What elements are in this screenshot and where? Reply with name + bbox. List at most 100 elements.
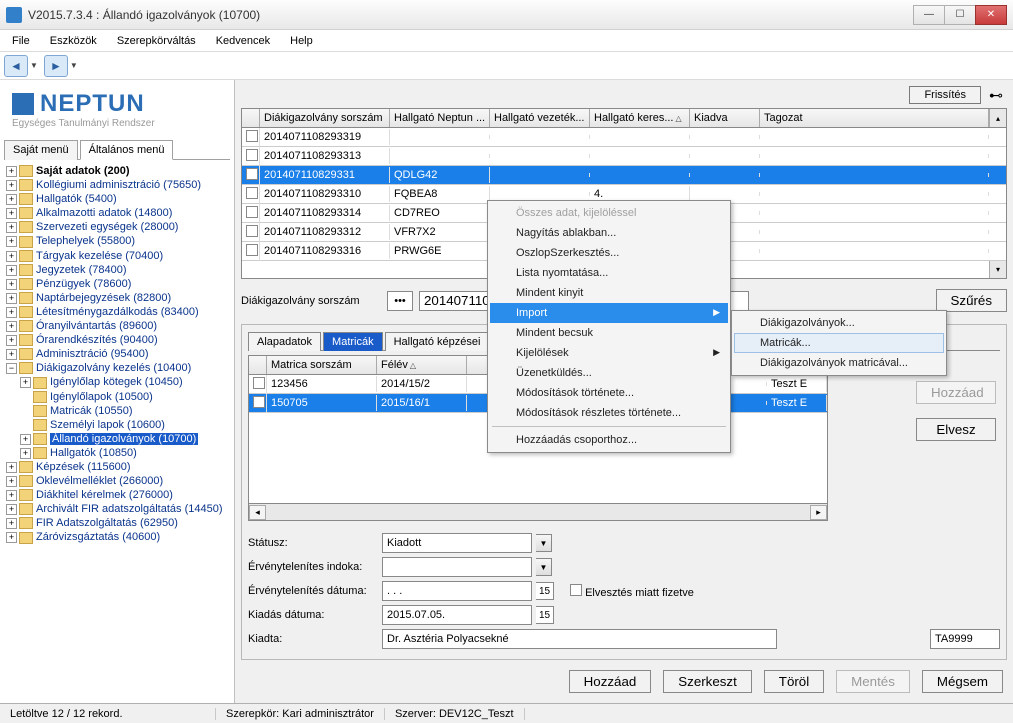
row-checkbox[interactable] [246, 149, 258, 161]
tree-node[interactable]: +Alkalmazotti adatok (14800) [2, 206, 232, 220]
col-neptun[interactable]: Hallgató Neptun ... [390, 109, 490, 127]
tree-expander-icon[interactable]: + [6, 251, 17, 262]
minimize-button[interactable]: — [913, 5, 945, 25]
tree-expander-icon[interactable]: + [6, 265, 17, 276]
row-checkbox[interactable] [246, 225, 258, 237]
context-menu-item[interactable]: Módosítások részletes története... [490, 403, 728, 423]
issuer-value[interactable]: Dr. Asztéria Polyacsekné [382, 629, 777, 649]
issue-date-value[interactable]: 2015.07.05. [382, 605, 532, 625]
context-menu[interactable]: Összes adat, kijelölésselNagyítás ablakb… [487, 200, 731, 453]
nav-back-button[interactable]: ◄ [4, 55, 28, 77]
reason-dropdown-icon[interactable]: ▼ [536, 558, 552, 576]
nav-back-dropdown[interactable]: ▼ [30, 61, 38, 70]
tree-node[interactable]: +Órarendkészítés (90400) [2, 333, 232, 347]
tree-expander-icon[interactable]: + [6, 194, 17, 205]
tree-expander-icon[interactable]: + [6, 180, 17, 191]
tree-node[interactable]: +Telephelyek (55800) [2, 234, 232, 248]
tree-expander-icon[interactable]: + [6, 307, 17, 318]
filter-picker-button[interactable]: ••• [387, 291, 413, 311]
tree-expander-icon[interactable]: + [6, 208, 17, 219]
context-menu-item[interactable]: Import▶ [490, 303, 728, 323]
col2-sorszam[interactable]: Matrica sorszám [267, 356, 377, 374]
tree-expander-icon[interactable]: + [6, 166, 17, 177]
tree-expander-icon[interactable]: + [20, 377, 31, 388]
tree-tab-general[interactable]: Általános menü [80, 140, 174, 160]
tree-expander-icon[interactable]: + [6, 222, 17, 233]
col-tagozat[interactable]: Tagozat [760, 109, 989, 127]
footer-delete-button[interactable]: Töröl [764, 670, 824, 693]
context-menu-item[interactable]: Lista nyomtatása... [490, 263, 728, 283]
nav-forward-button[interactable]: ► [44, 55, 68, 77]
scroll-left-icon[interactable]: ◂ [249, 505, 266, 520]
context-menu-item[interactable]: Üzenetküldés... [490, 363, 728, 383]
context-menu-item[interactable]: Nagyítás ablakban... [490, 223, 728, 243]
close-button[interactable]: ✕ [975, 5, 1007, 25]
col-kiadva[interactable]: Kiadva [690, 109, 760, 127]
tree-node[interactable]: +Szervezeti egységek (28000) [2, 220, 232, 234]
issuer-code[interactable]: TA9999 [930, 629, 1000, 649]
tree-expander-icon[interactable]: + [6, 518, 17, 529]
pin-icon[interactable]: ⊷ [989, 87, 1003, 104]
scroll-right-icon[interactable]: ▸ [810, 505, 827, 520]
tree-expander-icon[interactable]: + [6, 532, 17, 543]
tree-node[interactable]: +Naptárbejegyzések (82800) [2, 291, 232, 305]
footer-edit-button[interactable]: Szerkeszt [663, 670, 752, 693]
tree-expander-icon[interactable]: + [6, 504, 17, 515]
nav-tree[interactable]: +Saját adatok (200)+Kollégiumi adminiszt… [0, 160, 234, 703]
tree-node[interactable]: +Archivált FIR adatszolgáltatás (14450) [2, 502, 232, 516]
menu-role-switch[interactable]: Szerepkörváltás [109, 33, 204, 49]
scroll-up-icon[interactable]: ▴ [989, 109, 1006, 127]
tree-expander-icon[interactable]: + [6, 476, 17, 487]
tree-expander-icon[interactable]: + [6, 490, 17, 501]
scroll-down-icon[interactable]: ▾ [989, 261, 1006, 278]
tree-expander-icon[interactable]: + [6, 349, 17, 360]
tree-node[interactable]: +Pénzügyek (78600) [2, 277, 232, 291]
row-checkbox[interactable] [253, 377, 265, 389]
tree-node[interactable]: Igénylőlapok (10500) [2, 390, 232, 404]
tree-node[interactable]: −Diákigazolvány kezelés (10400) [2, 361, 232, 375]
table-row[interactable]: 2014071108293313 [242, 147, 1006, 166]
row-checkbox[interactable] [253, 396, 265, 408]
inner-add-button[interactable]: Hozzáad [916, 381, 996, 404]
table-row[interactable]: 2014071108293319 [242, 128, 1006, 147]
tree-node[interactable]: +Oklevélmelléklet (266000) [2, 474, 232, 488]
calendar-icon[interactable]: 15 [536, 582, 554, 600]
tree-node[interactable]: +Állandó igazolványok (10700) [2, 432, 232, 446]
tree-node[interactable]: +Adminisztráció (95400) [2, 347, 232, 361]
tree-node[interactable]: +Záróvizsgáztatás (40600) [2, 530, 232, 544]
tree-expander-icon[interactable]: − [6, 363, 17, 374]
inv-date-value[interactable]: . . . [382, 581, 532, 601]
tree-node[interactable]: Személyi lapok (10600) [2, 418, 232, 432]
tree-expander-icon[interactable]: + [20, 434, 31, 445]
tree-node[interactable]: +Saját adatok (200) [2, 164, 232, 178]
menu-favorites[interactable]: Kedvencek [208, 33, 278, 49]
tree-expander-icon[interactable]: + [6, 279, 17, 290]
context-menu-item[interactable]: Diákigazolványok... [734, 313, 944, 333]
context-menu-item[interactable]: Módosítások története... [490, 383, 728, 403]
row-checkbox[interactable] [246, 244, 258, 256]
tree-node[interactable]: +Igénylőlap kötegek (10450) [2, 375, 232, 389]
lost-checkbox[interactable] [570, 584, 582, 596]
tree-tab-own[interactable]: Saját menü [4, 140, 78, 160]
tree-node[interactable]: Matricák (10550) [2, 404, 232, 418]
context-menu-item[interactable]: Mindent kinyit [490, 283, 728, 303]
tree-node[interactable]: +Tárgyak kezelése (70400) [2, 249, 232, 263]
context-menu-item[interactable]: Diákigazolványok matricával... [734, 353, 944, 373]
row-checkbox[interactable] [246, 130, 258, 142]
context-menu-item[interactable]: OszlopSzerkesztés... [490, 243, 728, 263]
calendar-icon[interactable]: 15 [536, 606, 554, 624]
row-checkbox[interactable] [246, 168, 258, 180]
menu-file[interactable]: File [4, 33, 38, 49]
tree-node[interactable]: +Képzések (115600) [2, 460, 232, 474]
reason-value[interactable] [382, 557, 532, 577]
context-menu-item[interactable]: Kijelölések▶ [490, 343, 728, 363]
subtab-alapadatok[interactable]: Alapadatok [248, 332, 321, 351]
tree-node[interactable]: +Hallgatók (5400) [2, 192, 232, 206]
row-checkbox[interactable] [246, 206, 258, 218]
col-keres[interactable]: Hallgató keres... [594, 112, 673, 124]
col-vezetek[interactable]: Hallgató vezeték... [490, 109, 590, 127]
nav-forward-dropdown[interactable]: ▼ [70, 61, 78, 70]
subtab-matricak[interactable]: Matricák [323, 332, 383, 351]
col2-felev[interactable]: Félév [381, 359, 408, 371]
table-row[interactable]: 201407110829331QDLG42 [242, 166, 1006, 185]
